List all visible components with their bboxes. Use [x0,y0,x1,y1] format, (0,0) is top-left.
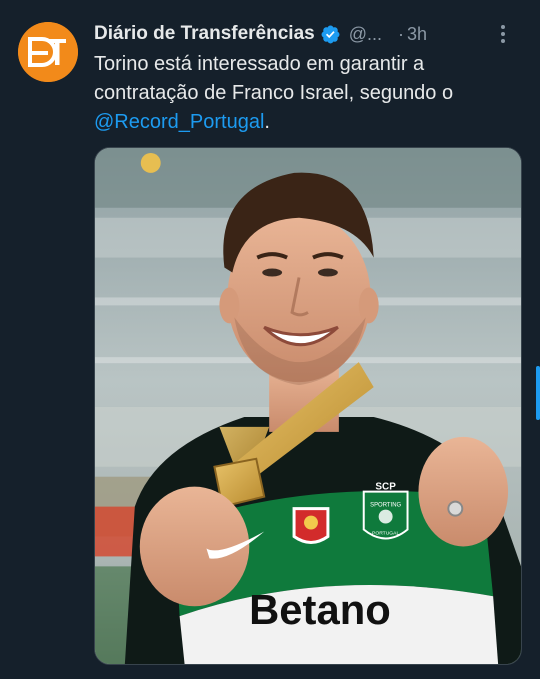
handle[interactable]: @... [349,24,382,45]
timestamp[interactable]: 3h [407,24,427,45]
crest-label: SCP [375,482,396,493]
verified-badge-icon [320,24,341,45]
mention-link[interactable]: @Record_Portugal [94,111,264,133]
tweet-header: Diário de Transferências @... · 3h [94,20,524,48]
crest-portugal-text: PORTUGAL [372,531,399,537]
more-options-icon[interactable] [492,21,514,47]
tweet-text: Torino está interessado em garantir a co… [94,50,524,137]
tweet-text-body: Torino está interessado em garantir a co… [94,53,454,104]
display-name[interactable]: Diário de Transferências [94,23,315,45]
tweet-text-end: . [264,111,270,133]
jersey-sponsor: Betano [249,586,391,633]
crest-sporting-text: SPORTING [370,503,401,509]
tweet-photo[interactable]: SCP SPORTING PORTUGAL Betano [94,147,522,665]
scrollbar-thumb[interactable] [536,366,540,420]
tweet[interactable]: DT Diário de Transferências @... · 3h To… [0,0,540,679]
separator-dot: · [398,23,404,44]
player-photo: SCP SPORTING PORTUGAL Betano [95,148,521,664]
avatar[interactable]: DT [18,22,78,82]
avatar-logo-icon: DT [18,22,78,82]
